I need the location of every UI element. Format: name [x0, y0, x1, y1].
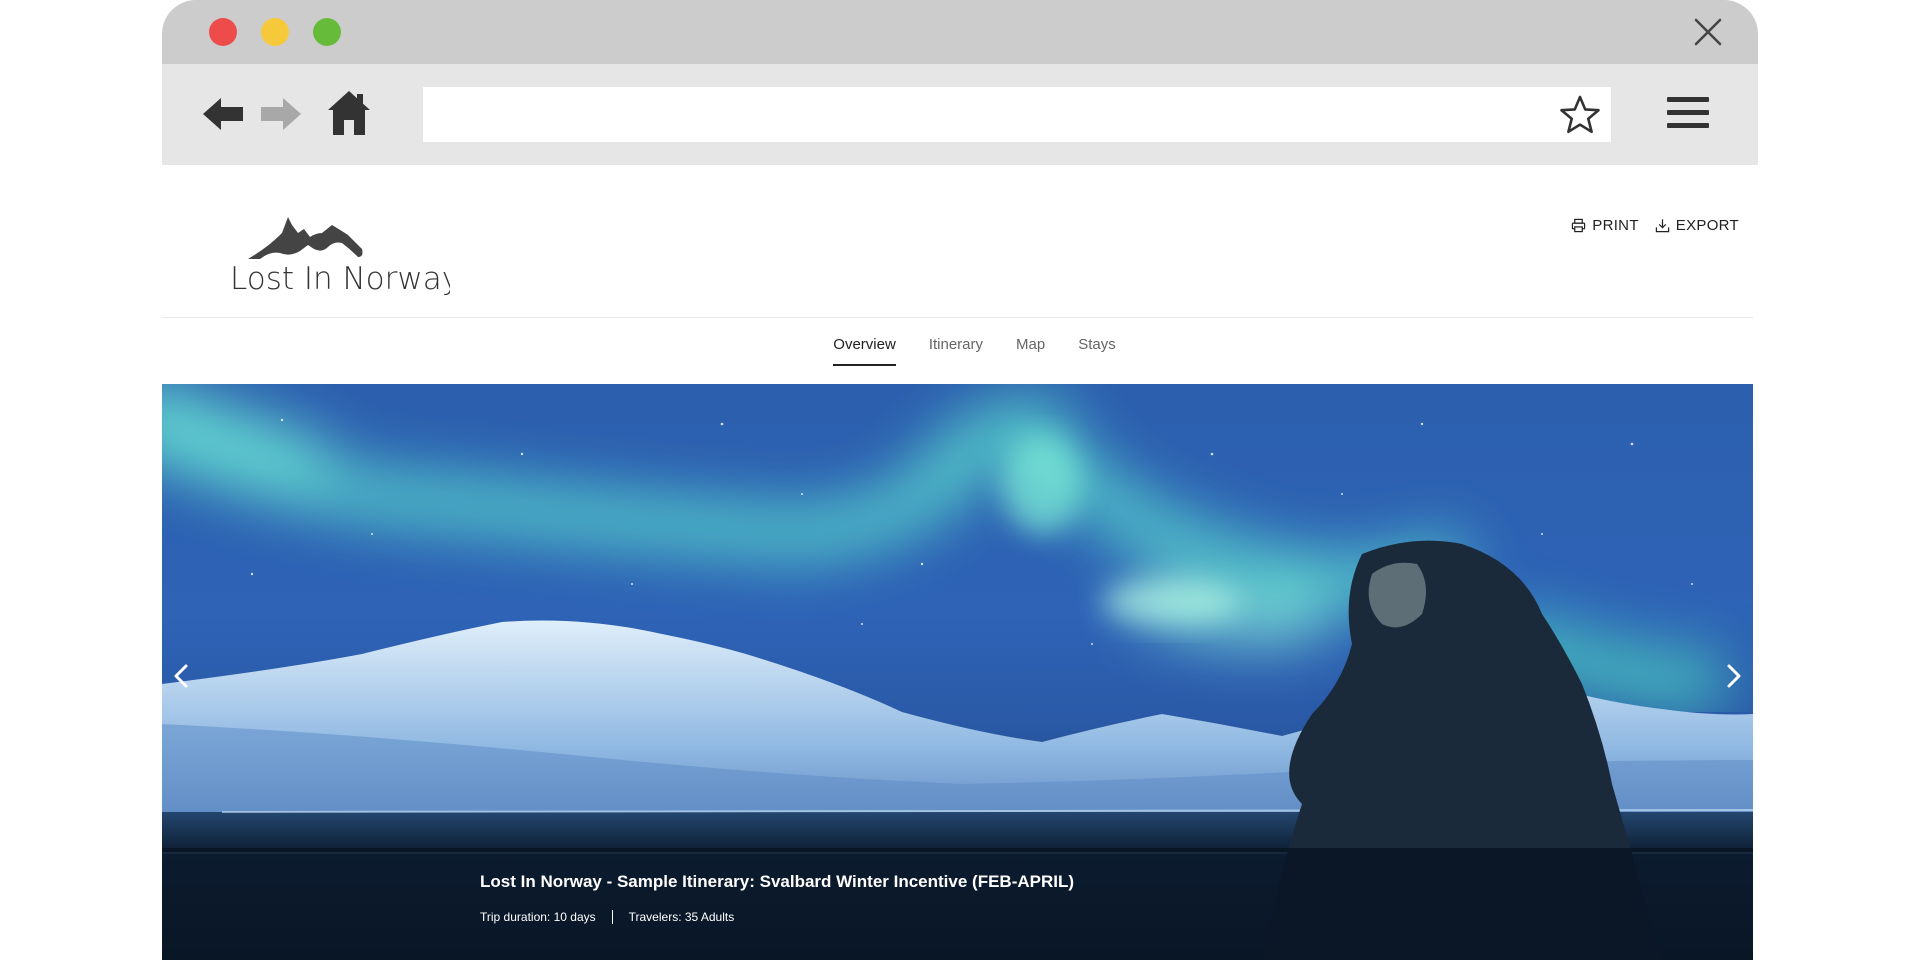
print-button[interactable]: PRINT: [1571, 217, 1639, 234]
header-actions: PRINT EXPORT: [1571, 217, 1739, 234]
section-tabs: Overview Itinerary Map Stays: [162, 318, 1753, 384]
hamburger-menu-icon[interactable]: [1667, 97, 1709, 131]
svg-text:Lost In Norway: Lost In Norway: [230, 261, 450, 297]
close-window-dot[interactable]: [209, 18, 237, 46]
site-header: Lost In Norway PRINT EXPORT: [162, 165, 1753, 317]
tab-overview[interactable]: Overview: [833, 318, 896, 366]
minimize-window-dot[interactable]: [261, 18, 289, 46]
export-label: EXPORT: [1675, 217, 1739, 234]
chevron-left-icon[interactable]: [166, 658, 196, 694]
trip-meta: Trip duration: 10 days Travelers: 35 Adu…: [480, 910, 734, 924]
browser-toolbar: [162, 64, 1758, 165]
chevron-right-icon[interactable]: [1719, 658, 1749, 694]
close-icon[interactable]: [1692, 16, 1724, 48]
trip-travelers: Travelers: 35 Adults: [628, 910, 735, 924]
arrow-right-icon[interactable]: [259, 94, 303, 134]
tab-stays[interactable]: Stays: [1078, 318, 1116, 364]
lost-in-norway-logo[interactable]: Lost In Norway: [230, 211, 450, 301]
printer-icon: [1572, 218, 1586, 233]
tab-itinerary[interactable]: Itinerary: [929, 318, 983, 364]
meta-separator: [611, 910, 613, 924]
arrow-left-icon[interactable]: [201, 94, 245, 134]
trip-duration: Trip duration: 10 days: [480, 910, 596, 924]
print-label: PRINT: [1592, 217, 1639, 234]
maximize-window-dot[interactable]: [313, 18, 341, 46]
trip-title: Lost In Norway - Sample Itinerary: Svalb…: [480, 872, 1075, 891]
home-icon[interactable]: [327, 90, 371, 136]
hero-caption: Lost In Norway - Sample Itinerary: Svalb…: [162, 848, 1753, 960]
star-icon[interactable]: [1559, 95, 1601, 135]
hero-slideshow: Lost In Norway - Sample Itinerary: Svalb…: [162, 384, 1753, 960]
browser-window: Lost In Norway PRINT EXPORT Overview Iti…: [162, 0, 1758, 960]
title-bar: [162, 0, 1758, 64]
download-icon: [1655, 219, 1669, 233]
url-input[interactable]: [423, 87, 1611, 142]
export-button[interactable]: EXPORT: [1655, 217, 1739, 234]
tab-map[interactable]: Map: [1016, 318, 1045, 364]
